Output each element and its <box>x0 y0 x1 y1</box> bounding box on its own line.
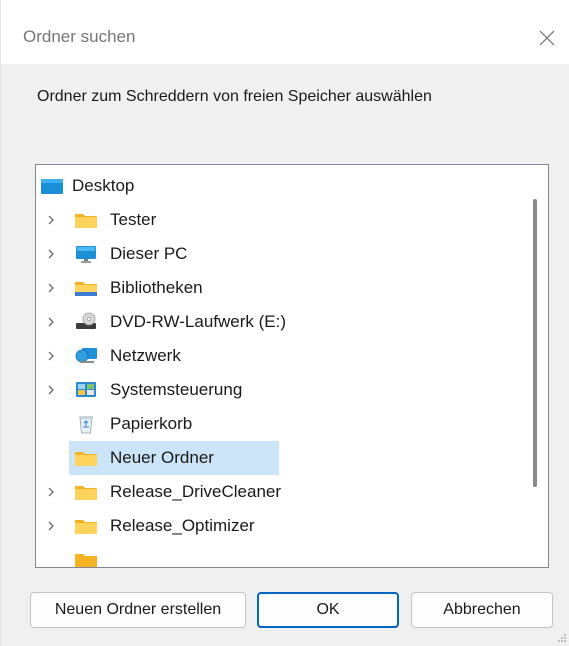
tree-item-label: Release_Optimizer <box>110 516 255 535</box>
resize-grip-icon[interactable] <box>555 632 567 644</box>
tree-item-label: Systemsteuerung <box>110 380 243 399</box>
tree-item-dvd-drive[interactable]: DVD-RW-Laufwerk (E:) <box>36 305 516 339</box>
new-folder-button[interactable]: Neuen Ordner erstellen <box>30 592 246 628</box>
cancel-button[interactable]: Abbrechen <box>411 592 553 628</box>
tree-item-control-panel[interactable]: Systemsteuerung <box>36 373 516 407</box>
computer-icon <box>76 246 96 263</box>
tree-item-label: Netzwerk <box>110 346 181 365</box>
folder-icon <box>75 214 97 228</box>
chevron-right-icon[interactable] <box>46 486 56 498</box>
chevron-right-icon[interactable] <box>46 214 56 226</box>
control-panel-icon <box>76 382 96 397</box>
chevron-right-icon[interactable] <box>46 384 56 396</box>
folder-icon <box>75 554 97 567</box>
tree-item-release-drivecleaner[interactable]: Release_DriveCleaner <box>36 475 516 509</box>
title-bar: Ordner suchen <box>1 0 569 64</box>
tree-item-partial[interactable] <box>36 543 516 567</box>
tree-item-label: Tester <box>110 210 157 229</box>
dvd-drive-icon <box>76 312 96 329</box>
chevron-right-icon[interactable] <box>46 520 56 532</box>
libraries-icon <box>75 282 97 296</box>
chevron-right-icon[interactable] <box>46 248 56 260</box>
folder-icon <box>75 486 97 500</box>
dialog-title: Ordner suchen <box>23 27 136 46</box>
close-icon <box>539 30 555 46</box>
instruction-text: Ordner zum Schreddern von freien Speiche… <box>37 88 432 105</box>
chevron-right-icon[interactable] <box>46 350 56 362</box>
tree-item-label: Bibliotheken <box>110 278 203 297</box>
chevron-right-icon[interactable] <box>46 316 56 328</box>
tree-item-release-optimizer[interactable]: Release_Optimizer <box>36 509 516 543</box>
folder-icon <box>75 452 97 466</box>
desktop-icon <box>41 179 63 194</box>
tree-item-label: Dieser PC <box>110 244 188 263</box>
tree-item-label: Release_DriveCleaner <box>110 482 282 501</box>
tree-item-tester[interactable]: Tester <box>36 203 516 237</box>
network-icon <box>75 348 97 363</box>
close-button[interactable] <box>531 22 561 52</box>
tree-item-new-folder[interactable]: Neuer Ordner <box>36 441 516 475</box>
recycle-bin-icon <box>79 416 93 434</box>
folder-icon <box>75 520 97 534</box>
ok-button[interactable]: OK <box>257 592 399 628</box>
tree-item-label: DVD-RW-Laufwerk (E:) <box>110 312 287 331</box>
tree-item-this-pc[interactable]: Dieser PC <box>36 237 516 271</box>
tree-item-desktop[interactable]: Desktop <box>36 169 516 203</box>
tree-item-label: Papierkorb <box>110 414 193 433</box>
tree-item-recycle-bin[interactable]: Papierkorb <box>36 407 516 441</box>
scrollbar-thumb[interactable] <box>533 199 537 487</box>
tree-item-libraries[interactable]: Bibliotheken <box>36 271 516 305</box>
tree-item-label: Desktop <box>72 176 135 195</box>
browse-folder-dialog: Ordner suchen Ordner zum Schreddern von … <box>0 0 569 646</box>
chevron-right-icon[interactable] <box>46 282 56 294</box>
tree-item-label: Neuer Ordner <box>110 448 214 467</box>
folder-tree[interactable]: Desktop Tester Dieser PC Bibliotheken DV… <box>35 164 549 568</box>
tree-item-network[interactable]: Netzwerk <box>36 339 516 373</box>
